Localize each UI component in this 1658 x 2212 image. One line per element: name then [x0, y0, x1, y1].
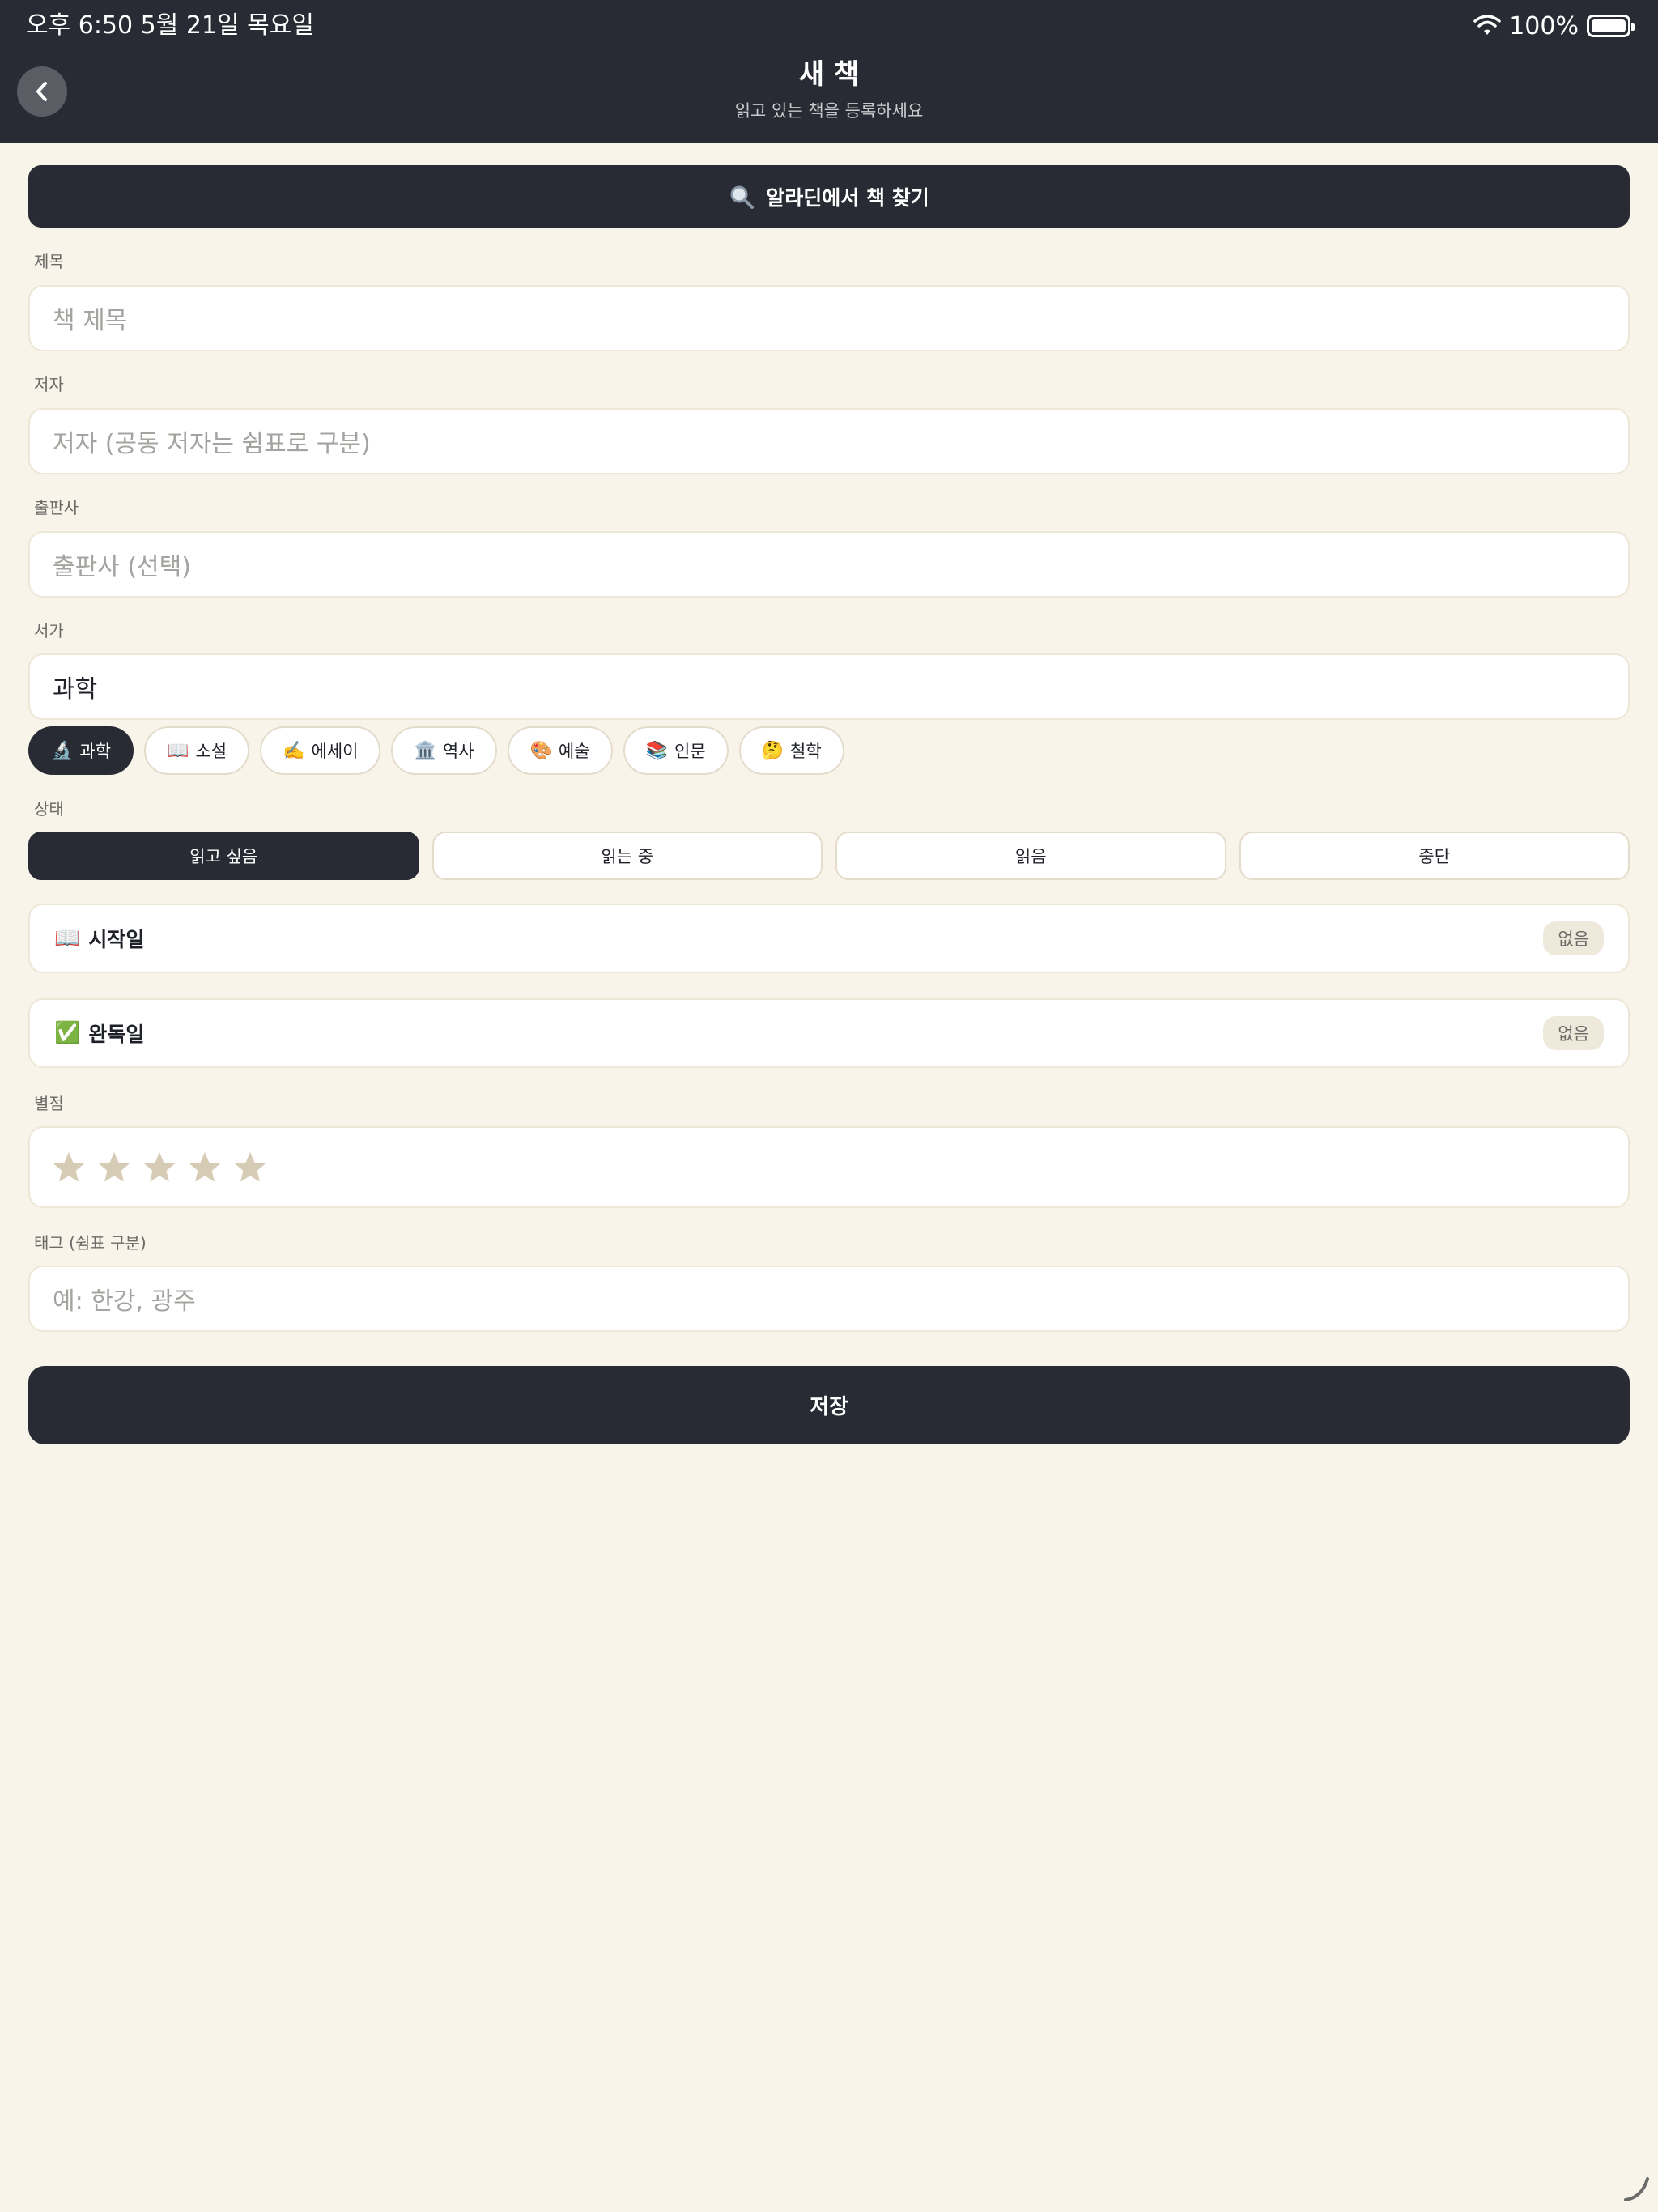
shelf-chip-novel[interactable]: 📖 소설 [144, 726, 250, 775]
star-icon[interactable] [232, 1150, 268, 1185]
star-icon[interactable] [187, 1150, 223, 1185]
shelf-chip-label: 인문 [674, 742, 706, 761]
status-want-to-read[interactable]: 읽고 싶음 [28, 832, 419, 880]
star-rating [28, 1126, 1630, 1208]
shelf-chip-history[interactable]: 🏛️ 역사 [391, 726, 497, 775]
top-bar: 오후 6:50 5월 21일 목요일 100% 새 책 읽고 있는 책을 등록하… [0, 0, 1658, 143]
star-icon[interactable] [96, 1150, 132, 1185]
resize-handle-icon[interactable] [1622, 2175, 1650, 2202]
classical-building-icon: 🏛️ [414, 740, 436, 761]
shelf-chip-label: 철학 [790, 742, 822, 761]
title-placeholder: 책 제목 [53, 307, 128, 335]
open-book-icon: 📖 [167, 740, 189, 761]
status-read[interactable]: 읽음 [835, 832, 1226, 880]
star-icon[interactable] [142, 1150, 177, 1185]
status-label: 상태 [34, 799, 64, 819]
shelf-chips: 🔬 과학 📖 소설 ✍️ 에세이 🏛️ 역사 🎨 예술 📚 인문 🤔 철학 [28, 726, 844, 775]
finish-date-label: 완독일 [88, 1023, 145, 1046]
check-mark-icon: ✅ [54, 1021, 81, 1045]
author-label: 저자 [34, 375, 64, 394]
status-indicators: 100% [1473, 10, 1635, 42]
finish-date-row[interactable]: ✅ 완독일 없음 [28, 998, 1630, 1068]
author-input[interactable]: 저자 (공동 저자는 쉼표로 구분) [28, 408, 1630, 474]
tags-input[interactable]: 예: 한강, 광주 [28, 1266, 1630, 1332]
palette-icon: 🎨 [529, 740, 552, 761]
publisher-label: 출판사 [34, 498, 79, 517]
publisher-placeholder: 출판사 (선택) [53, 553, 191, 581]
shelf-chip-philosophy[interactable]: 🤔 철학 [738, 726, 844, 775]
shelf-chip-art[interactable]: 🎨 예술 [507, 726, 613, 775]
status-segmented-control: 읽고 싶음 읽는 중 읽음 중단 [28, 832, 1630, 880]
save-button[interactable]: 저장 [28, 1366, 1630, 1444]
writing-hand-icon: ✍️ [283, 740, 305, 761]
rating-label: 별점 [34, 1094, 64, 1113]
thinking-face-icon: 🤔 [761, 740, 784, 761]
shelf-value: 과학 [53, 675, 98, 704]
shelf-chip-label: 소설 [195, 742, 227, 761]
start-date-row[interactable]: 📖 시작일 없음 [28, 904, 1630, 973]
search-button-label: 알라딘에서 책 찾기 [766, 185, 929, 210]
start-date-label: 시작일 [88, 928, 145, 951]
title-label: 제목 [34, 252, 64, 271]
page-subtitle: 읽고 있는 책을 등록하세요 [734, 101, 924, 121]
wifi-icon [1473, 15, 1501, 35]
shelf-chip-essay[interactable]: ✍️ 에세이 [260, 726, 381, 775]
books-icon: 📚 [645, 740, 668, 761]
open-book-icon: 📖 [54, 926, 81, 951]
publisher-input[interactable]: 출판사 (선택) [28, 531, 1630, 598]
star-icon[interactable] [51, 1150, 87, 1185]
battery-percent: 100% [1509, 11, 1579, 40]
shelf-input[interactable]: 과학 [28, 653, 1630, 720]
status-reading[interactable]: 읽는 중 [432, 832, 823, 880]
shelf-chip-science[interactable]: 🔬 과학 [28, 726, 134, 775]
status-time-date: 오후 6:50 5월 21일 목요일 [26, 11, 314, 40]
tags-label: 태그 (쉼표 구분) [34, 1233, 147, 1253]
shelf-label: 서가 [34, 621, 64, 640]
shelf-chip-label: 에세이 [311, 742, 359, 761]
shelf-chip-label: 예술 [558, 742, 590, 761]
start-date-value[interactable]: 없음 [1543, 921, 1604, 955]
magnifying-glass-icon [730, 185, 755, 209]
finish-date-value[interactable]: 없음 [1543, 1016, 1604, 1050]
shelf-chip-label: 역사 [442, 742, 474, 761]
shelf-chip-label: 과학 [79, 742, 112, 761]
aladin-search-button[interactable]: 알라딘에서 책 찾기 [28, 165, 1630, 228]
tags-placeholder: 예: 한강, 광주 [53, 1287, 196, 1316]
status-stopped[interactable]: 중단 [1239, 832, 1630, 880]
microscope-icon: 🔬 [51, 740, 74, 761]
battery-icon [1587, 15, 1635, 37]
author-placeholder: 저자 (공동 저자는 쉼표로 구분) [53, 430, 371, 458]
shelf-chip-humanities[interactable]: 📚 인문 [623, 726, 729, 775]
page-title: 새 책 [798, 58, 860, 91]
title-input[interactable]: 책 제목 [28, 285, 1630, 351]
